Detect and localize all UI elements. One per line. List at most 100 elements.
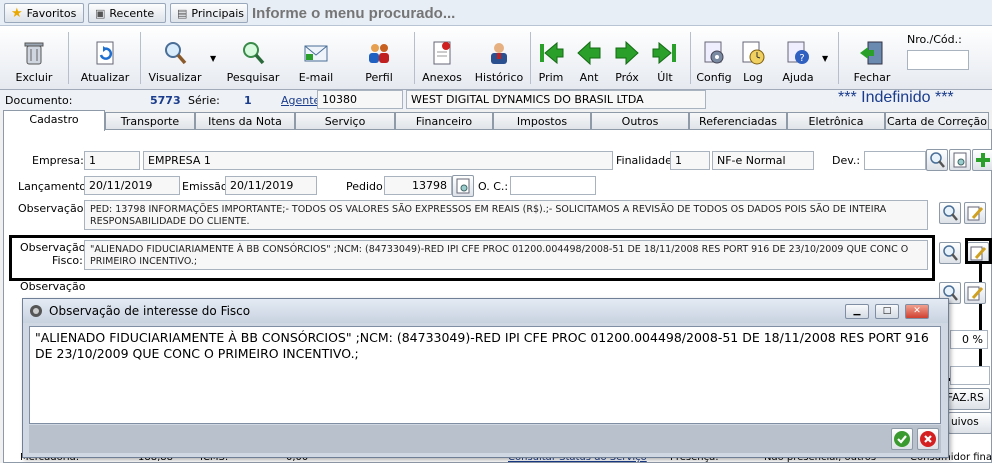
serie-label: Série: (188, 94, 220, 107)
magnifier-icon (165, 42, 187, 65)
oc-label: O. C.: (478, 180, 509, 193)
ult-button[interactable]: Últ (650, 30, 680, 86)
observacao-label: Observação: (18, 202, 88, 215)
documento-value: 5773 (150, 94, 181, 107)
help-icon: ? (787, 41, 809, 64)
pedido-view-button[interactable] (452, 175, 474, 197)
tab-cadastro[interactable]: Cadastro (3, 110, 105, 131)
dev-view-button[interactable] (949, 149, 971, 171)
anexos-button[interactable]: Anexos (420, 30, 464, 86)
oc-field[interactable] (510, 176, 596, 195)
empresa-label: Empresa: (32, 154, 84, 167)
svg-text:?: ? (799, 53, 804, 64)
dialog-footer (29, 425, 941, 453)
empresa-code-field[interactable]: 1 (84, 151, 140, 170)
trash-icon (24, 42, 44, 65)
finalidade-label: Finalidade: (616, 154, 676, 167)
history-icon (491, 43, 507, 64)
observacao-edit-button[interactable] (964, 202, 986, 224)
empresa-name-field: EMPRESA 1 (143, 151, 613, 170)
ajuda-button[interactable]: ? Ajuda (778, 30, 818, 86)
gear-icon (704, 41, 724, 64)
historico-button[interactable]: Histórico (474, 30, 524, 86)
excluir-button[interactable]: Excluir (12, 30, 56, 86)
tab-itens-da-nota[interactable]: Itens da Nota (195, 112, 295, 130)
principais-button[interactable]: ▤ Principais (170, 3, 248, 23)
tab-servico[interactable]: Serviço (295, 112, 395, 130)
visualizar-button[interactable]: Visualizar (149, 30, 201, 86)
favoritos-button[interactable]: ★ Favoritos (4, 3, 84, 23)
first-arrow-icon (540, 41, 564, 65)
arquivos-button[interactable]: uivos (948, 412, 992, 434)
status-indefinido: *** Indefinido *** (838, 89, 954, 106)
pesquisar-button[interactable]: Pesquisar (226, 30, 280, 86)
close-button[interactable]: ✕ (905, 304, 929, 319)
tab-carta-de-correcao[interactable]: Carta de Correção (885, 112, 989, 130)
agente-name-field: WEST DIGITAL DYNAMICS DO BRASIL LTDA (406, 90, 706, 109)
tab-bar: Cadastro Transporte Itens da Nota Serviç… (0, 110, 992, 131)
dialog-titlebar[interactable]: Observação de interesse do Fisco (23, 299, 948, 323)
recente-button[interactable]: ▣ Recente (88, 3, 166, 23)
dev-add-button[interactable] (972, 149, 992, 171)
finalidade-code-field[interactable]: 1 (670, 151, 710, 170)
config-button[interactable]: Config (696, 30, 732, 86)
search-icon (243, 42, 265, 65)
highlight-box (9, 235, 935, 281)
dialog-textarea[interactable]: "ALIENADO FIDUCIARIAMENTE À BB CONSÓRCIO… (29, 326, 941, 424)
cancel-button[interactable] (917, 428, 939, 450)
nro-cod-label: Nro./Cód.: (907, 33, 962, 46)
dialog-title: Observação de interesse do Fisco (49, 304, 251, 318)
perfil-button[interactable]: Perfil (358, 30, 400, 86)
agente-code-field[interactable]: 10380 (317, 90, 403, 109)
observacao-textarea[interactable]: PED: 13798 INFORMAÇÕES IMPORTANTE;- TODO… (84, 200, 928, 230)
toolbar-separator (690, 32, 691, 84)
tab-eletronica[interactable]: Eletrônica (787, 112, 885, 130)
minimize-button[interactable]: ▁ (845, 304, 869, 319)
agente-link[interactable]: Agente (281, 94, 320, 107)
nro-cod-input[interactable] (907, 50, 969, 70)
cancel-icon (920, 431, 936, 447)
previous-arrow-icon (577, 40, 601, 66)
dev-search-button[interactable] (926, 149, 948, 171)
observacao-search-button[interactable] (939, 202, 961, 224)
background-field[interactable] (950, 366, 990, 385)
tab-referenciadas[interactable]: Referenciadas (689, 112, 787, 130)
lancamento-field[interactable]: 20/11/2019 (84, 176, 180, 195)
prim-button[interactable]: Prim (536, 30, 566, 86)
obs-fisco-search-button[interactable] (939, 242, 961, 264)
tab-financeiro[interactable]: Financeiro (395, 112, 493, 130)
log-button[interactable]: Log (738, 30, 768, 86)
lancamento-label: Lançamento: (18, 180, 90, 193)
menu-search-input[interactable] (252, 3, 990, 23)
serie-value: 1 (244, 94, 252, 107)
confirm-button[interactable] (891, 428, 913, 450)
app-icon (30, 305, 42, 317)
obs-fisco-dialog: Observação de interesse do Fisco ▁ □ ✕ "… (22, 298, 949, 458)
dev-field[interactable] (864, 151, 926, 170)
documento-label: Documento: (5, 94, 73, 107)
emissao-field[interactable]: 20/11/2019 (225, 176, 317, 195)
prox-button[interactable]: Próx (612, 30, 642, 86)
obs-3-edit-button[interactable] (964, 282, 986, 304)
percent-field[interactable]: 0 % (950, 330, 988, 349)
email-button[interactable]: E-mail (294, 30, 338, 86)
ant-button[interactable]: Ant (574, 30, 604, 86)
main-icon: ▤ (177, 6, 188, 20)
tab-impostos[interactable]: Impostos (493, 112, 591, 130)
users-icon (369, 44, 389, 63)
chevron-down-icon[interactable]: ▼ (822, 54, 828, 63)
emissao-label: Emissão (182, 180, 228, 193)
edit-pencil-icon (967, 206, 984, 221)
fechar-button[interactable]: Fechar (852, 30, 892, 86)
chevron-down-icon[interactable]: ▼ (210, 54, 216, 63)
atualizar-button[interactable]: Atualizar (80, 30, 130, 86)
faz-rs-button[interactable]: FAZ.RS (944, 388, 990, 410)
maximize-button[interactable]: □ (875, 304, 899, 319)
tab-outros[interactable]: Outros (591, 112, 689, 130)
log-clock-icon (742, 41, 765, 65)
pedido-field[interactable]: 13798 (384, 176, 452, 195)
attachment-icon (433, 41, 451, 65)
tab-transporte[interactable]: Transporte (105, 112, 195, 130)
quick-bar: ★ Favoritos ▣ Recente ▤ Principais (0, 0, 992, 26)
star-icon: ★ (11, 5, 23, 21)
